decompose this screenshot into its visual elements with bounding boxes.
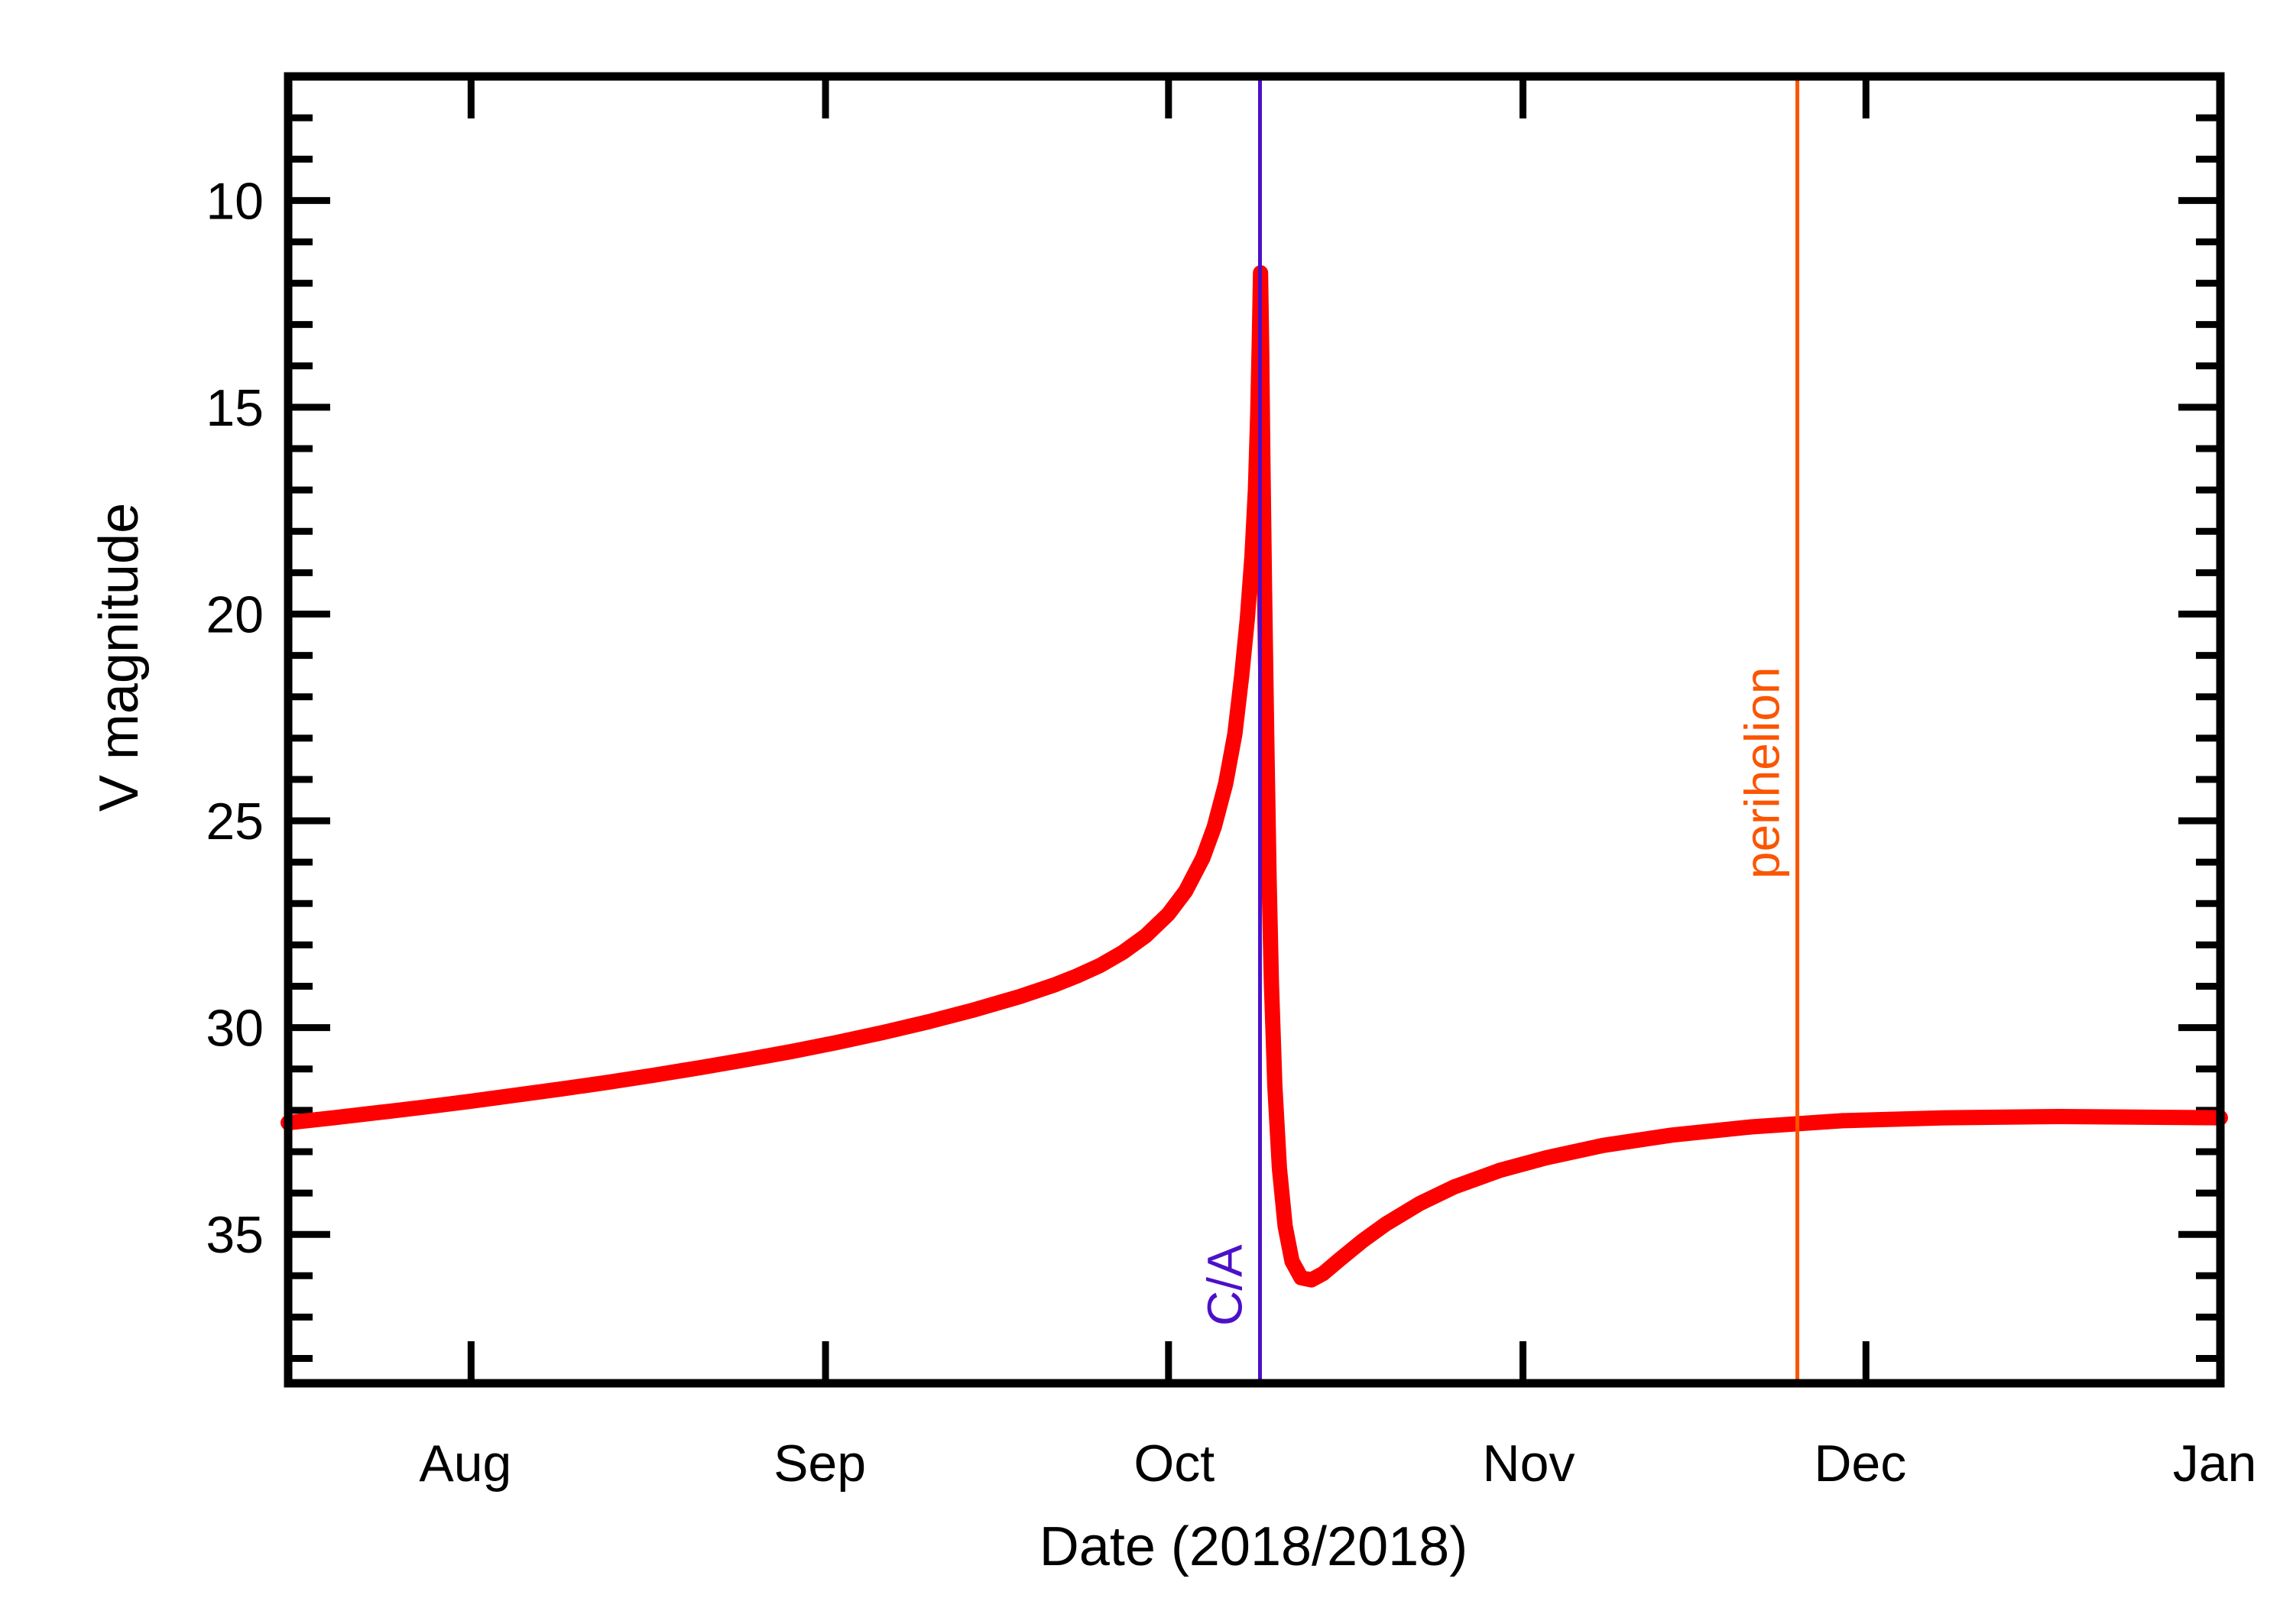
y-tick-label: 30 [206, 1000, 264, 1058]
x-tick-label: Nov [1483, 1434, 1575, 1493]
y-tick-label: 15 [206, 379, 264, 437]
figure-canvas: 10 15 20 25 30 35 Aug Sep Oct Nov Dec Jan C/A perihe… [0, 0, 2293, 1624]
x-tick-label: Aug [419, 1434, 511, 1493]
y-tick-label: 20 [206, 585, 264, 643]
y-axis-title: V magnitude [89, 503, 150, 812]
x-axis-title: Date (2018/2018) [1039, 1516, 1468, 1577]
y-tick-label: 10 [206, 172, 264, 230]
y-tick-label: 35 [206, 1206, 264, 1264]
perihelion-label: perihelion [1735, 666, 1790, 879]
x-tick-label: Sep [774, 1434, 866, 1493]
y-tick-label: 25 [206, 793, 264, 851]
close-approach-label: C/A [1197, 1244, 1252, 1326]
x-tick-label: Dec [1814, 1434, 1906, 1493]
x-tick-label: Oct [1134, 1434, 1215, 1493]
magnitude-vs-date-chart: 10 15 20 25 30 35 Aug Sep Oct Nov Dec Jan C/A perihe… [89, 72, 2257, 1577]
x-tick-label: Jan [2173, 1434, 2257, 1493]
